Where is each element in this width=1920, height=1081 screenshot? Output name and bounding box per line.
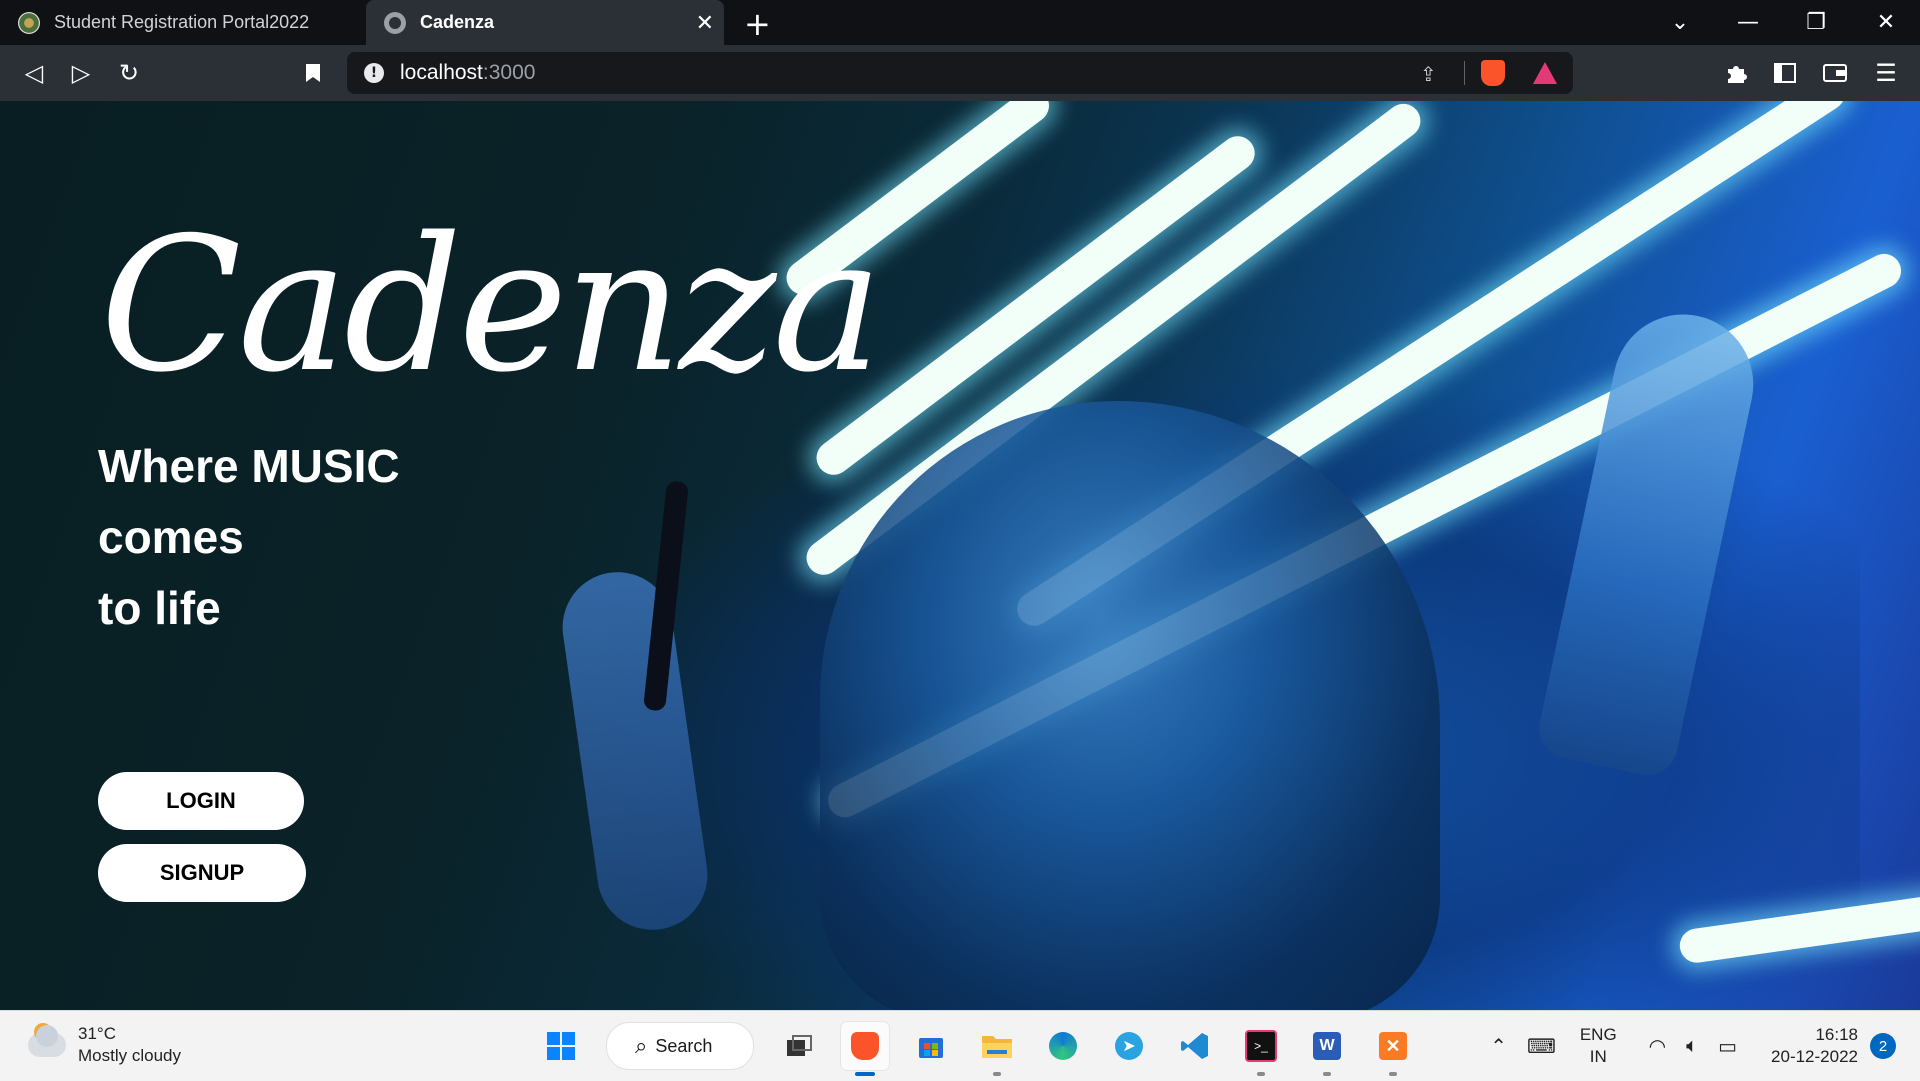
college-seal-icon: [18, 11, 40, 34]
file-explorer-icon[interactable]: [973, 1022, 1021, 1076]
task-view-icon[interactable]: [775, 1022, 823, 1070]
tagline-line-3: to life: [98, 582, 221, 634]
bookmark-icon[interactable]: [297, 57, 329, 89]
restore-icon[interactable]: ❐: [1786, 0, 1846, 45]
reload-icon[interactable]: ↻: [113, 57, 145, 89]
microsoft-word-icon[interactable]: W: [1303, 1022, 1351, 1076]
partly-cloudy-icon: [28, 1023, 66, 1057]
telegram-icon[interactable]: ➤: [1105, 1022, 1153, 1070]
share-icon[interactable]: ⇪: [1420, 62, 1442, 86]
volume-icon[interactable]: 🔈︎: [1686, 1035, 1698, 1058]
puzzle-icon[interactable]: [1720, 57, 1752, 89]
language-code: ENG: [1579, 1025, 1617, 1044]
search-icon: ⌕: [635, 1033, 648, 1058]
system-tray: ⌃ ⌨ ENG IN ◠ 🔈︎ ▭ 16:18 20-12-2022 2: [1480, 1011, 1920, 1081]
keyboard-icon[interactable]: ⌨: [1527, 1034, 1556, 1059]
microsoft-store-icon[interactable]: [907, 1022, 955, 1070]
wallet-icon[interactable]: [1819, 57, 1851, 89]
brave-shields-icon[interactable]: [1481, 60, 1505, 86]
tagline-line-2: comes: [98, 511, 244, 563]
battery-icon[interactable]: ▭: [1718, 1034, 1737, 1059]
vscode-icon[interactable]: [1171, 1022, 1219, 1070]
back-arrow-icon[interactable]: ◁: [18, 57, 50, 89]
chevron-up-icon[interactable]: ⌃: [1490, 1034, 1507, 1059]
taskbar-apps: ⌕ Search ➤ >_ W ✕: [528, 1019, 1426, 1076]
globe-icon: [384, 11, 406, 34]
new-tab-button[interactable]: +: [744, 5, 771, 43]
start-button[interactable]: [537, 1022, 585, 1070]
brave-browser-icon[interactable]: [841, 1022, 889, 1076]
url-host: localhost: [400, 61, 483, 84]
wifi-icon[interactable]: ◠: [1649, 1034, 1666, 1059]
clock[interactable]: 16:18 20-12-2022: [1771, 1024, 1858, 1068]
hero-section: Cadenza Where MUSIC comes to life LOGIN …: [0, 101, 1920, 1010]
tab-search-chevron-icon[interactable]: ⌄: [1650, 0, 1710, 45]
tagline-line-1: Where MUSIC: [98, 440, 400, 492]
notification-badge[interactable]: 2: [1870, 1033, 1896, 1059]
sidebar-icon[interactable]: [1769, 57, 1801, 89]
windows-taskbar: 31°C Mostly cloudy ⌕ Search ➤ >_ W ✕ ⌃ ⌨…: [0, 1010, 1920, 1081]
weather-temperature: 31°C: [78, 1024, 116, 1043]
close-window-icon[interactable]: ✕: [1856, 0, 1916, 45]
date: 20-12-2022: [1771, 1047, 1858, 1066]
browser-toolbar: ◁ ▷ ↻ ! localhost:3000 ⇪ ☰: [0, 45, 1920, 101]
signup-button[interactable]: SIGNUP: [98, 844, 306, 902]
url-port: :3000: [482, 61, 536, 84]
search-label: Search: [655, 1035, 713, 1056]
login-button[interactable]: LOGIN: [98, 772, 304, 830]
forward-arrow-icon[interactable]: ▷: [65, 57, 97, 89]
browser-tab-strip: Student Registration Portal2022 Cadenza …: [0, 0, 1920, 45]
tab-title: Student Registration Portal2022: [54, 12, 310, 32]
xampp-icon[interactable]: ✕: [1369, 1022, 1417, 1076]
terminal-icon[interactable]: >_: [1237, 1022, 1285, 1076]
edge-browser-icon[interactable]: [1039, 1022, 1087, 1070]
hero-tagline: Where MUSIC comes to life: [98, 431, 598, 644]
address-bar[interactable]: ! localhost:3000 ⇪: [347, 52, 1573, 94]
weather-condition: Mostly cloudy: [78, 1046, 181, 1065]
language-region: IN: [1589, 1047, 1607, 1066]
brave-rewards-icon[interactable]: [1533, 62, 1557, 84]
language-indicator[interactable]: ENG IN: [1580, 1024, 1617, 1068]
tab-student-registration[interactable]: Student Registration Portal2022: [0, 0, 362, 45]
divider: [1464, 61, 1465, 85]
hamburger-menu-icon[interactable]: ☰: [1870, 57, 1902, 89]
url-text: localhost:3000: [400, 61, 535, 85]
site-info-icon[interactable]: !: [364, 63, 384, 83]
tab-title: Cadenza: [420, 12, 495, 32]
weather-widget[interactable]: 31°C Mostly cloudy: [28, 1023, 181, 1067]
close-tab-icon[interactable]: ✕: [696, 10, 714, 36]
time: 16:18: [1815, 1025, 1858, 1044]
tab-cadenza[interactable]: Cadenza ✕: [366, 0, 724, 45]
taskbar-search[interactable]: ⌕ Search: [606, 1022, 754, 1070]
cadenza-logo: Cadenza: [100, 197, 883, 413]
minimize-icon[interactable]: —: [1718, 0, 1778, 45]
